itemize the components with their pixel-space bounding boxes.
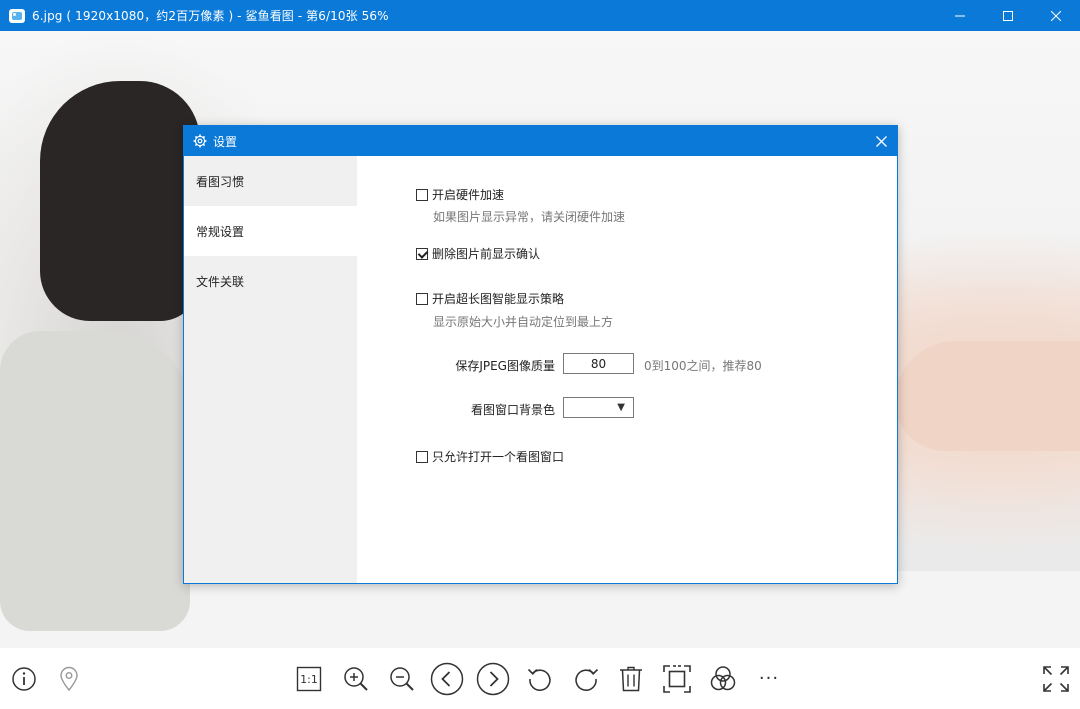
- checkbox-box[interactable]: [416, 292, 428, 305]
- minimize-button[interactable]: [936, 0, 984, 31]
- previous-icon: [430, 662, 464, 696]
- delete-icon: [620, 666, 642, 692]
- actual-size-label: 1:1: [300, 672, 318, 686]
- single-window-checkbox[interactable]: 只允许打开一个看图窗口: [416, 448, 564, 465]
- delete-confirm-checkbox[interactable]: 删除图片前显示确认: [416, 245, 540, 262]
- nav-item-general-settings[interactable]: 常规设置: [184, 206, 357, 256]
- jpeg-quality-input[interactable]: [563, 353, 634, 374]
- fullscreen-icon: [1043, 666, 1069, 692]
- filter-icon: [710, 666, 736, 691]
- settings-close-button[interactable]: [871, 131, 891, 151]
- delete-confirm-label: 删除图片前显示确认: [432, 247, 541, 261]
- checkbox-box[interactable]: [416, 450, 428, 463]
- bottom-toolbar: 1:1 ···: [0, 648, 1080, 709]
- rotate-left-icon: [527, 668, 551, 691]
- location-button[interactable]: [52, 662, 86, 696]
- more-button[interactable]: ···: [752, 662, 786, 696]
- zoom-in-icon: [344, 667, 368, 691]
- close-icon: [1051, 10, 1061, 21]
- next-icon: [476, 662, 510, 696]
- crop-icon: [663, 665, 691, 693]
- nav-item-viewing-habits[interactable]: 看图习惯: [184, 156, 357, 206]
- window-controls: [936, 0, 1080, 31]
- bg-color-select[interactable]: ▼: [563, 397, 634, 418]
- previous-button[interactable]: [430, 662, 464, 696]
- close-icon: [875, 135, 887, 147]
- rotate-right-button[interactable]: [569, 662, 603, 696]
- rotate-right-icon: [575, 668, 599, 691]
- long-image-hint: 显示原始大小并自动定位到最上方: [433, 315, 614, 329]
- single-window-label: 只允许打开一个看图窗口: [432, 450, 565, 464]
- chevron-down-icon: ▼: [617, 402, 625, 413]
- settings-title: 设置: [213, 134, 238, 149]
- checkbox-box[interactable]: [416, 188, 428, 201]
- gear-icon: [193, 134, 207, 148]
- settings-nav: 看图习惯 常规设置 文件关联: [184, 156, 357, 583]
- window-titlebar: 6.jpg ( 1920x1080，约2百万像素 ) - 鲨鱼看图 - 第6/1…: [0, 0, 1080, 31]
- filter-button[interactable]: [706, 662, 740, 696]
- nav-item-label: 常规设置: [196, 224, 245, 239]
- bg-color-label: 看图窗口背景色: [470, 403, 555, 417]
- crop-button[interactable]: [660, 662, 694, 696]
- hardware-accel-hint: 如果图片显示异常，请关闭硬件加速: [433, 210, 626, 224]
- photo-shirt: [0, 331, 190, 631]
- nav-item-file-association[interactable]: 文件关联: [184, 256, 357, 306]
- long-image-label: 开启超长图智能显示策略: [432, 292, 565, 306]
- info-icon: [12, 667, 36, 691]
- delete-button[interactable]: [614, 662, 648, 696]
- location-pin-icon: [60, 666, 78, 692]
- zoom-in-button[interactable]: [339, 662, 373, 696]
- maximize-icon: [1003, 10, 1013, 21]
- zoom-out-button[interactable]: [385, 662, 419, 696]
- app-icon: [9, 8, 25, 23]
- next-button[interactable]: [476, 662, 510, 696]
- nav-item-label: 看图习惯: [196, 174, 245, 189]
- settings-dialog: 设置 看图习惯 常规设置 文件关联 开启硬件加速 如果图片显示异常，请关闭硬件加…: [183, 125, 898, 584]
- more-icon: ···: [758, 668, 780, 689]
- jpeg-quality-hint: 0到100之间，推荐80: [644, 359, 762, 373]
- checkbox-box-checked[interactable]: [416, 247, 428, 260]
- fullscreen-button[interactable]: [1039, 662, 1073, 696]
- zoom-out-icon: [390, 667, 414, 691]
- minimize-icon: [955, 15, 965, 16]
- long-image-checkbox[interactable]: 开启超长图智能显示策略: [416, 290, 564, 307]
- rotate-left-button[interactable]: [523, 662, 557, 696]
- close-button[interactable]: [1032, 0, 1080, 31]
- settings-titlebar: 设置: [184, 126, 897, 156]
- jpeg-quality-label: 保存JPEG图像质量: [455, 359, 555, 373]
- nav-item-label: 文件关联: [196, 274, 245, 289]
- info-button[interactable]: [7, 662, 41, 696]
- hardware-accel-label: 开启硬件加速: [432, 188, 505, 202]
- settings-content: 开启硬件加速 如果图片显示异常，请关闭硬件加速 删除图片前显示确认 开启超长图智…: [357, 156, 897, 583]
- hardware-accel-checkbox[interactable]: 开启硬件加速: [416, 186, 504, 203]
- maximize-button[interactable]: [984, 0, 1032, 31]
- actual-size-button[interactable]: 1:1: [292, 662, 326, 696]
- photo-hair: [40, 81, 200, 321]
- photo-arm: [895, 341, 1080, 451]
- settings-body: 看图习惯 常规设置 文件关联 开启硬件加速 如果图片显示异常，请关闭硬件加速 删…: [184, 156, 897, 583]
- window-title: 6.jpg ( 1920x1080，约2百万像素 ) - 鲨鱼看图 - 第6/1…: [32, 9, 389, 23]
